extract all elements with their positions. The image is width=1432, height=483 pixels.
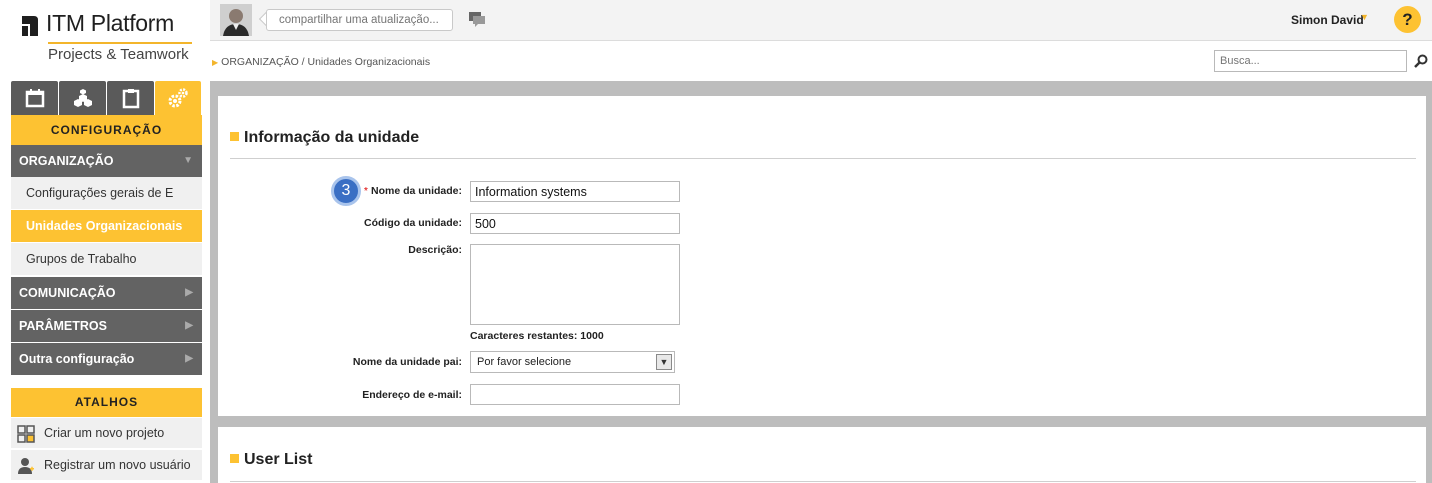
parent-unit-label: Nome da unidade pai: [352,356,462,368]
panel-title-text: User List [244,451,313,468]
chevron-down-icon[interactable]: ▼ [656,354,672,370]
menu-section-label: Outra configuração [19,352,135,366]
panel-title-text: Informação da unidade [244,129,420,146]
chevron-right-icon: ▶ [185,287,193,298]
shortcut-label: Criar um novo projeto [44,426,165,440]
tab-tasks[interactable] [107,81,154,115]
calendar-icon [25,89,44,108]
shortcut-new-project[interactable]: Criar um novo projeto [11,418,202,449]
user-list-panel: User List [218,427,1426,483]
breadcrumb-arrow-icon: ▶ [212,58,219,67]
share-update-input[interactable] [266,9,453,31]
chat-icon[interactable] [468,10,486,28]
unit-code-label: Código da unidade: [364,217,462,229]
menu-section-label: PARÂMETROS [19,319,107,333]
search-icon[interactable] [1413,53,1429,69]
sidebar-item-organizational-units[interactable]: Unidades Organizacionais [11,210,202,243]
gears-icon [168,88,188,108]
unit-name-field[interactable] [470,181,680,202]
brand-title: ITM Platform [46,10,175,36]
tab-calendar[interactable] [11,81,58,115]
parent-unit-selected: Por favor selecione [477,356,572,368]
shortcuts-header: ATALHOS [11,388,202,417]
shortcut-new-user[interactable]: Registrar um novo usuário [11,450,202,481]
sidebar-item-label: Configurações gerais de E [26,186,174,200]
help-icon[interactable]: ? [1394,6,1421,33]
menu-section-parameters[interactable]: PARÂMETROS ▶ [11,310,202,342]
sidebar-item-label: Grupos de Trabalho [26,252,137,266]
panel-title: User List [230,451,312,469]
menu-section-communication[interactable]: COMUNICAÇÃO ▶ [11,277,202,309]
user-menu[interactable]: Simon David [1291,13,1364,27]
description-label: Descrição: [408,244,462,256]
panel-title: Informação da unidade [230,129,419,147]
email-label: Endereço de e-mail: [362,389,462,401]
unit-info-panel: Informação da unidade 3 * Nome da unidade… [218,96,1426,416]
unit-name-label-text: Nome da unidade: [370,185,462,197]
chevron-down-icon[interactable]: ▼ [1360,12,1369,22]
top-bar: Simon David ▼ ? [210,0,1432,41]
unit-code-field[interactable] [470,213,680,234]
itm-logo-icon [22,16,38,36]
breadcrumb-text[interactable]: ORGANIZAÇÃO / Unidades Organizacionais [221,56,430,68]
menu-section-label: COMUNICAÇÃO [19,286,116,300]
brand-subtitle: Projects & Teamwork [48,42,192,63]
sidebar-item-general-settings[interactable]: Configurações gerais de E [11,177,202,210]
clipboard-icon [122,89,139,109]
section-bullet-icon [230,454,239,463]
description-field[interactable] [470,244,680,325]
menu-section-organization[interactable]: ORGANIZAÇÃO ▼ [11,145,202,177]
chevron-right-icon: ▶ [185,320,193,331]
avatar[interactable] [220,4,252,36]
shortcut-label: Registrar um novo usuário [44,458,191,472]
brand-logo[interactable]: ITM Platform Projects & Teamwork [0,0,210,80]
chevron-right-icon: ▶ [185,353,193,364]
required-marker: * [363,185,368,197]
grid-icon [17,425,35,443]
tab-configuration[interactable] [155,81,201,115]
section-bullet-icon [230,132,239,141]
breadcrumb: ▶ ORGANIZAÇÃO / Unidades Organizacionais [212,56,430,68]
config-section-header: CONFIGURAÇÃO [11,115,202,145]
avatar-image [220,4,252,36]
chars-remaining: Caracteres restantes: 1000 [470,330,604,342]
chevron-down-icon: ▼ [183,155,193,166]
step-badge: 3 [331,176,361,206]
sidebar-item-work-groups[interactable]: Grupos de Trabalho [11,243,202,276]
tab-projects[interactable] [59,81,106,115]
parent-unit-select[interactable]: Por favor selecione ▼ [470,351,675,373]
menu-section-other-config[interactable]: Outra configuração ▶ [11,343,202,375]
divider [230,481,1416,482]
divider [230,158,1416,159]
sidebar-item-label: Unidades Organizacionais [26,219,183,233]
search-input[interactable] [1214,50,1407,72]
menu-section-label: ORGANIZAÇÃO [19,154,114,168]
user-icon [18,458,34,474]
unit-name-label: * Nome da unidade: [364,185,462,197]
cubes-icon [73,89,92,107]
module-tabs [11,81,202,115]
email-field[interactable] [470,384,680,405]
